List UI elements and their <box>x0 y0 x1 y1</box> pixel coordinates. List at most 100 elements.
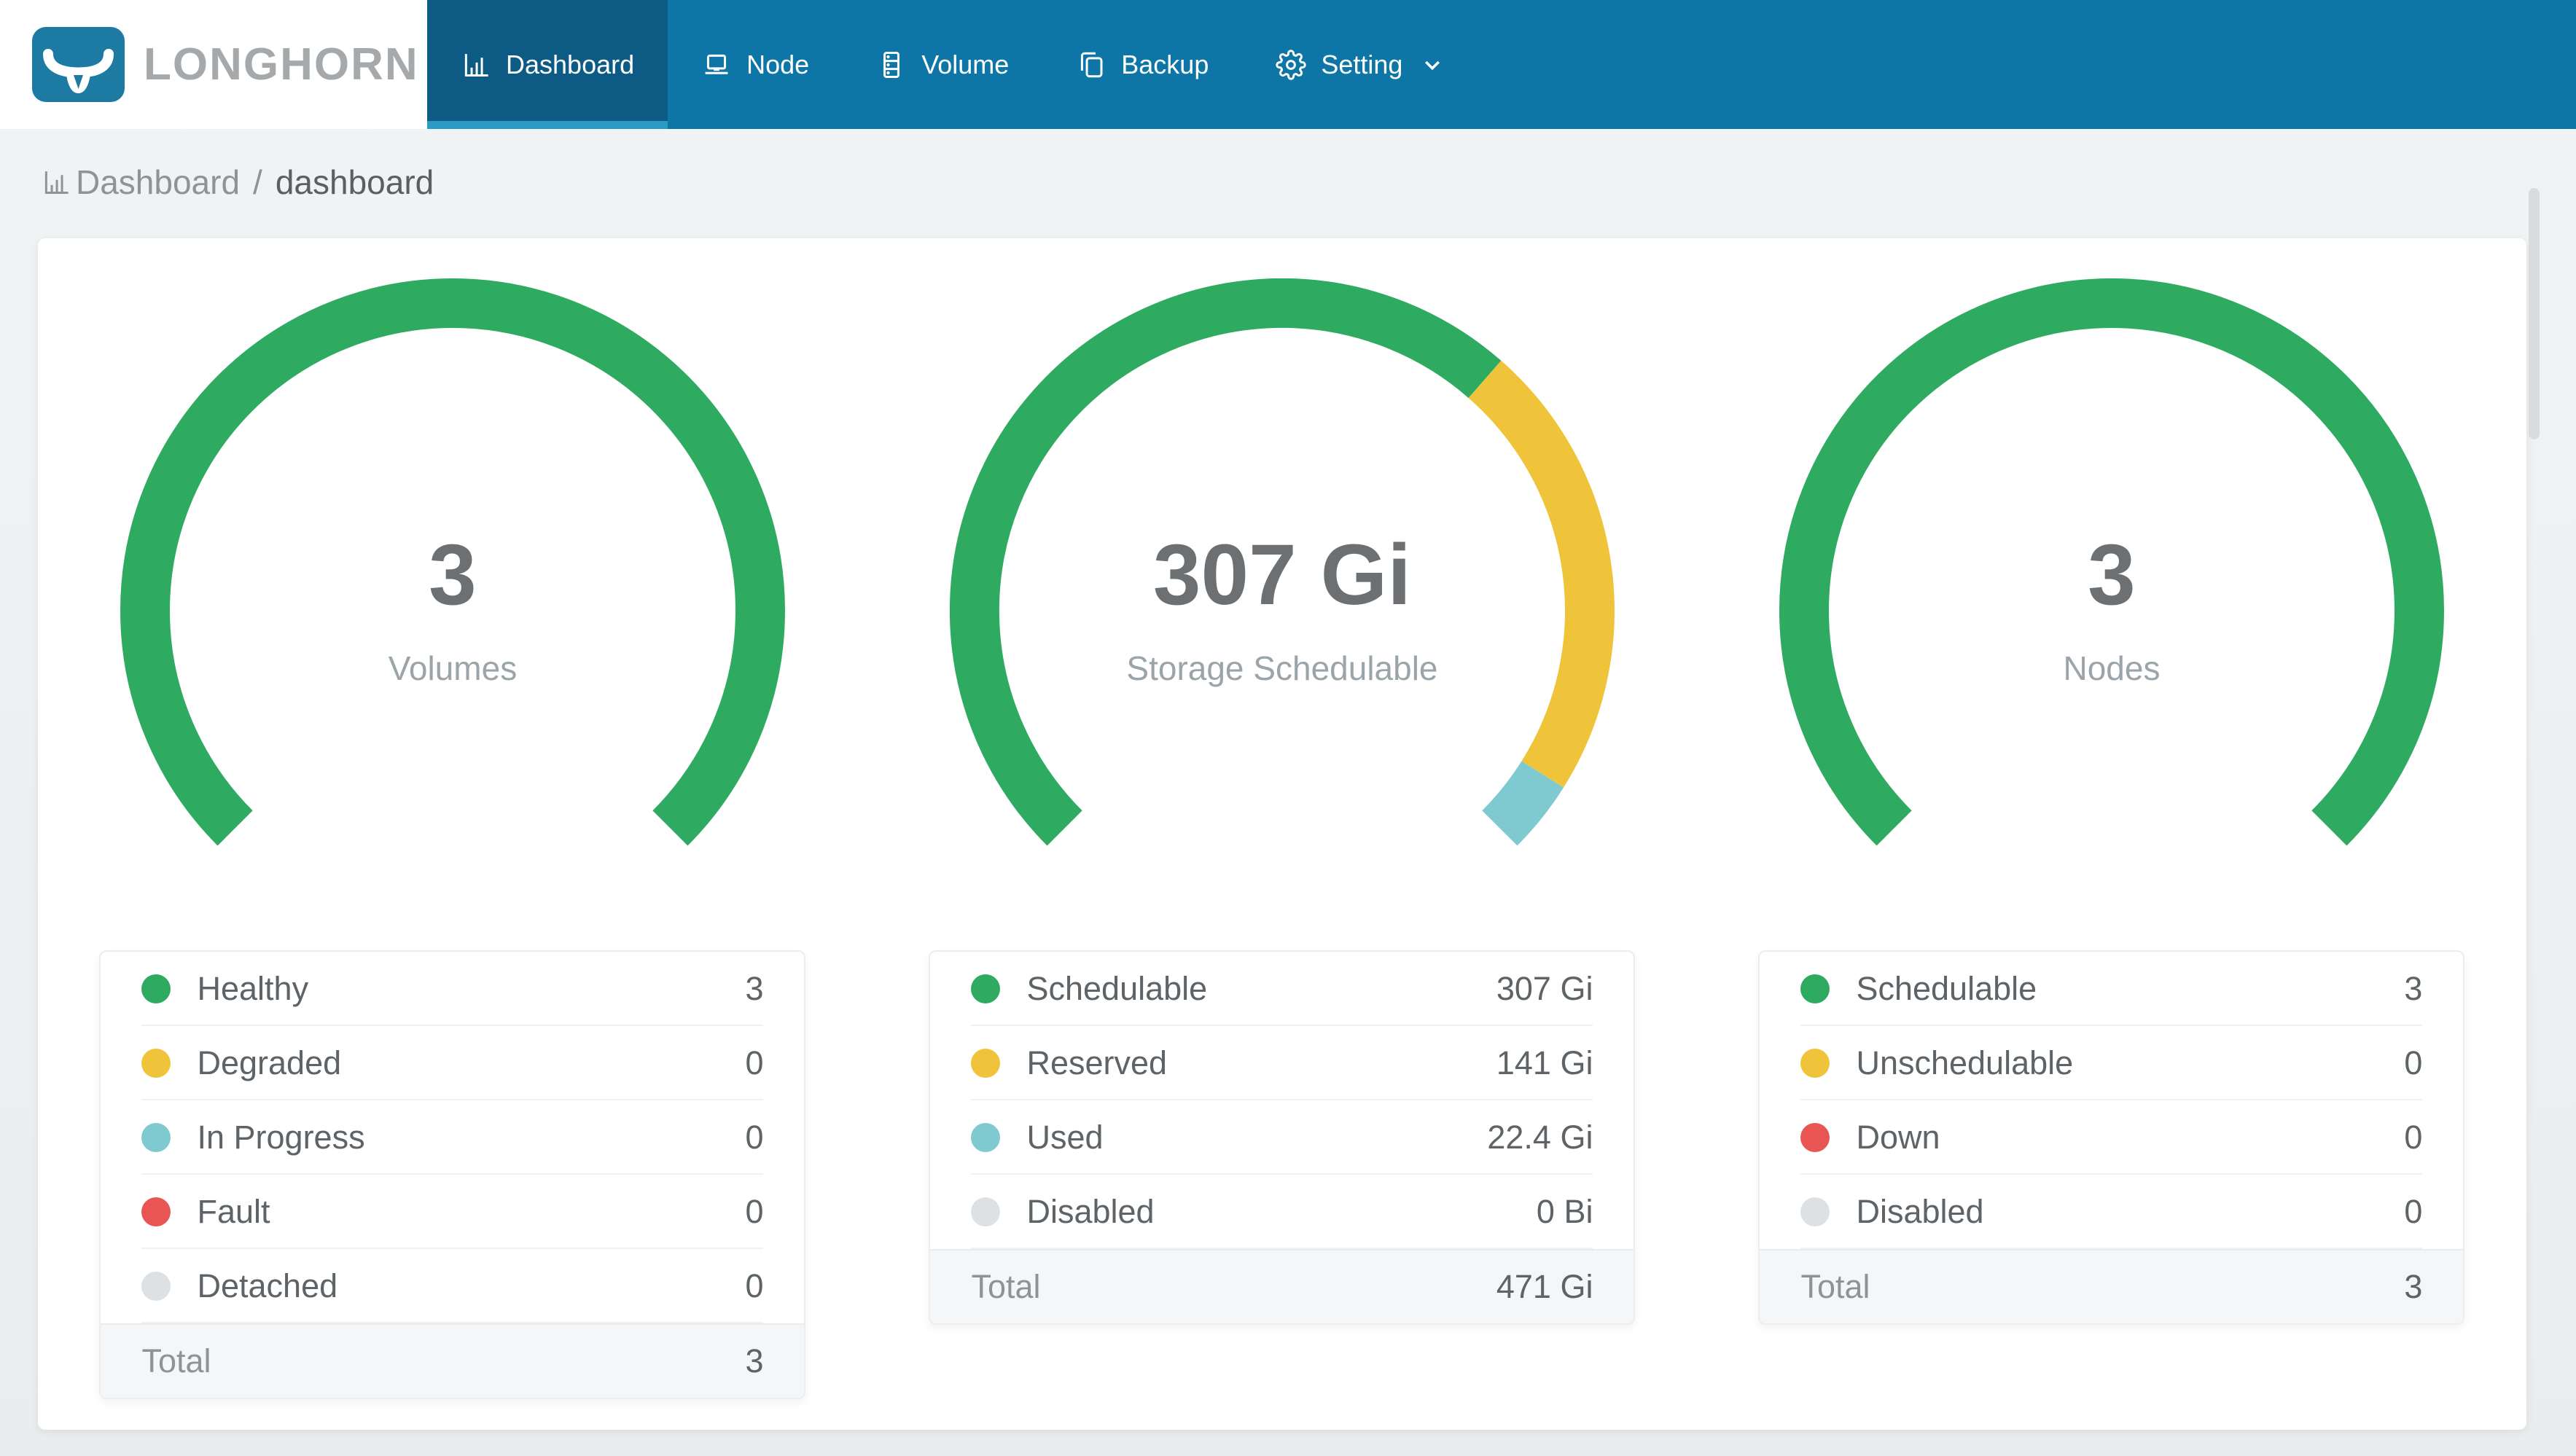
legend-label: Unschedulable <box>1856 1044 2074 1081</box>
gauge-segment-healthy <box>120 278 785 846</box>
nav-item-volume[interactable]: Volume <box>843 0 1042 129</box>
legend-color-dot <box>141 1272 171 1301</box>
nav-item-dashboard[interactable]: Dashboard <box>427 0 668 129</box>
legend-row-healthy: Healthy 3 <box>101 952 804 1026</box>
legend-value: 141 Gi <box>1496 1044 1593 1081</box>
legend-row-disabled: Disabled 0 <box>1760 1175 2463 1249</box>
legend-total-value: 3 <box>745 1342 764 1379</box>
legend-color-dot <box>141 974 171 1003</box>
legend-row-fault: Fault 0 <box>101 1175 804 1249</box>
longhorn-logo-icon <box>32 27 125 102</box>
gauge-segment-used <box>1481 760 1564 846</box>
node-icon <box>701 50 732 80</box>
legend-color-dot <box>971 1123 1001 1152</box>
gauge-segment-schedulable <box>949 278 1502 846</box>
dashboard-icon <box>461 50 491 80</box>
page-content: Dashboard / dashboard 3 Volumes Healthy 3… <box>0 163 2576 1430</box>
legend-total-label: Total <box>1800 1268 1870 1305</box>
nav-item-label: Dashboard <box>506 49 635 79</box>
breadcrumb: Dashboard / dashboard <box>41 163 2538 202</box>
legend-row-degraded: Degraded 0 <box>101 1026 804 1100</box>
gauge-volumes: 3 Volumes Healthy 3 Degraded 0 In Progress 0 F… <box>38 238 867 1430</box>
legend-value: 0 <box>2404 1119 2423 1156</box>
legend-value: 0 <box>745 1193 764 1230</box>
legend-color-dot <box>971 974 1001 1003</box>
legend-total-row: Total 3 <box>101 1323 805 1398</box>
legend-color-dot <box>141 1049 171 1078</box>
legend-value: 22.4 Gi <box>1487 1119 1593 1156</box>
brand-name: LONGHORN <box>144 39 419 90</box>
legend-label: Down <box>1856 1119 1940 1156</box>
legend-value: 0 <box>745 1119 764 1156</box>
legend-color-dot <box>1800 1049 1830 1078</box>
legend-label: Disabled <box>1856 1193 1984 1230</box>
legend-row-schedulable: Schedulable 307 Gi <box>930 952 1634 1026</box>
legend-color-dot <box>1800 1197 1830 1226</box>
legend-label: Disabled <box>1026 1193 1155 1230</box>
legend-color-dot <box>1800 1123 1830 1152</box>
legend-table: Schedulable 307 Gi Reserved 141 Gi Used 22.4 … <box>929 950 1636 1325</box>
legend-row-unschedulable: Unschedulable 0 <box>1760 1026 2463 1100</box>
legend-total-label: Total <box>141 1342 211 1379</box>
legend-total-row: Total 471 Gi <box>930 1249 1634 1323</box>
legend-total-value: 3 <box>2404 1268 2423 1305</box>
legend-label: Used <box>1026 1119 1104 1156</box>
legend-value: 307 Gi <box>1496 970 1593 1007</box>
gauge-chart: 3 Volumes <box>120 278 785 943</box>
dashboard-card: 3 Volumes Healthy 3 Degraded 0 In Progress 0 F… <box>38 238 2526 1430</box>
main-nav: Dashboard Node Volume Backup Setting <box>427 0 1480 129</box>
gauge-chart: 3 Nodes <box>1779 278 2444 943</box>
legend-row-in-progress: In Progress 0 <box>101 1100 804 1175</box>
legend-row-disabled: Disabled 0 Bi <box>930 1175 1634 1249</box>
brand-logo: LONGHORN <box>0 0 427 129</box>
volume-icon <box>876 50 907 80</box>
backup-icon <box>1076 50 1106 80</box>
legend-total-row: Total 3 <box>1760 1249 2464 1323</box>
nav-item-node[interactable]: Node <box>668 0 843 129</box>
breadcrumb-root[interactable]: Dashboard <box>76 163 240 202</box>
legend-color-dot <box>1800 974 1830 1003</box>
nav-item-label: Node <box>746 49 810 79</box>
legend-label: In Progress <box>197 1119 365 1156</box>
legend-table: Schedulable 3 Unschedulable 0 Down 0 Disabled 0… <box>1758 950 2465 1325</box>
legend-color-dot <box>971 1197 1001 1226</box>
nav-item-label: Backup <box>1121 49 1209 79</box>
legend-label: Degraded <box>197 1044 342 1081</box>
legend-table: Healthy 3 Degraded 0 In Progress 0 Fault 0 Detac… <box>99 950 806 1399</box>
scrollbar-thumb[interactable] <box>2529 188 2540 439</box>
legend-label: Reserved <box>1026 1044 1168 1081</box>
gauge-segment-reserved <box>1468 360 1615 788</box>
legend-label: Fault <box>197 1193 270 1230</box>
legend-label: Detached <box>197 1267 338 1304</box>
legend-label: Schedulable <box>1856 970 2037 1007</box>
legend-value: 0 <box>2404 1044 2423 1081</box>
legend-total-label: Total <box>971 1268 1041 1305</box>
legend-color-dot <box>141 1197 171 1226</box>
legend-value: 0 <box>745 1044 764 1081</box>
legend-color-dot <box>141 1123 171 1152</box>
legend-value: 0 <box>745 1267 764 1304</box>
legend-color-dot <box>971 1049 1001 1078</box>
legend-row-schedulable: Schedulable 3 <box>1760 952 2463 1026</box>
legend-value: 0 Bi <box>1536 1193 1593 1230</box>
nav-item-backup[interactable]: Backup <box>1042 0 1242 129</box>
nav-item-label: Volume <box>921 49 1010 79</box>
legend-value: 3 <box>745 970 764 1007</box>
chart-icon <box>41 167 71 197</box>
setting-icon <box>1276 50 1306 80</box>
gauge-storage-schedulable: 307 Gi Storage Schedulable Schedulable 30… <box>867 238 1697 1430</box>
legend-row-down: Down 0 <box>1760 1100 2463 1175</box>
nav-item-label: Setting <box>1321 49 1403 79</box>
chevron-down-icon <box>1418 51 1446 79</box>
legend-row-used: Used 22.4 Gi <box>930 1100 1634 1175</box>
legend-value: 0 <box>2404 1193 2423 1230</box>
breadcrumb-separator: / <box>253 163 262 201</box>
gauge-segment-schedulable <box>1779 278 2444 846</box>
nav-item-setting[interactable]: Setting <box>1242 0 1480 129</box>
top-navbar: LONGHORN Dashboard Node Volume Backup Se… <box>0 0 2576 129</box>
gauge-nodes: 3 Nodes Schedulable 3 Unschedulable 0 Down 0 D… <box>1697 238 2526 1430</box>
legend-label: Schedulable <box>1026 970 1208 1007</box>
legend-row-reserved: Reserved 141 Gi <box>930 1026 1634 1100</box>
legend-value: 3 <box>2404 970 2423 1007</box>
gauge-chart: 307 Gi Storage Schedulable <box>949 278 1615 943</box>
